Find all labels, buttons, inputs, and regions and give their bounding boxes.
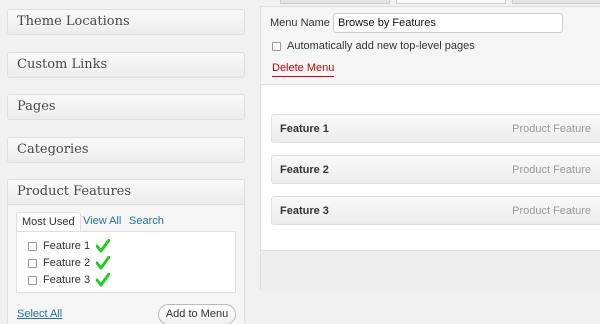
theme-locations-box[interactable]: Theme Locations	[7, 9, 245, 35]
tab-most-used[interactable]: Most Used	[16, 212, 81, 232]
list-item: Feature 1	[28, 238, 111, 254]
pages-title[interactable]: Pages	[8, 95, 244, 119]
delete-menu-link[interactable]: Delete Menu	[272, 62, 335, 77]
menu-item-title: Feature 2	[280, 164, 329, 176]
menu-footer	[261, 250, 600, 291]
list-item: Feature 2	[28, 255, 111, 271]
categories-box[interactable]: Categories	[7, 137, 245, 163]
feature-2-label[interactable]: Feature 2	[43, 257, 90, 269]
feature-2-checkbox[interactable]	[28, 258, 37, 268]
checkmark-icon	[96, 256, 111, 270]
most-used-panel: Feature 1 Feature 2 Feature 3	[16, 231, 236, 293]
feature-3-label[interactable]: Feature 3	[43, 274, 90, 286]
menu-tab[interactable]	[280, 0, 390, 4]
custom-links-box[interactable]: Custom Links	[7, 52, 245, 78]
product-features-title[interactable]: Product Features	[8, 180, 244, 205]
menu-item[interactable]: Feature 2 Product Feature	[271, 155, 600, 184]
tab-search[interactable]: Search	[124, 212, 169, 232]
menu-item[interactable]: Feature 1 Product Feature	[271, 114, 600, 143]
menu-editor: Menu Name Browse by Features Automatical…	[260, 0, 600, 324]
menu-item[interactable]: Feature 3 Product Feature	[271, 196, 600, 225]
menu-item-type: Product Feature	[512, 164, 591, 176]
checkmark-icon	[96, 273, 111, 287]
select-all-link[interactable]: Select All	[17, 308, 62, 320]
feature-1-checkbox[interactable]	[28, 241, 37, 251]
list-item: Feature 3	[28, 272, 111, 288]
menu-item-type: Product Feature	[512, 205, 591, 217]
auto-add-label[interactable]: Automatically add new top-level pages	[287, 40, 475, 52]
feature-1-label[interactable]: Feature 1	[43, 240, 90, 252]
menu-header: Menu Name Browse by Features Automatical…	[261, 7, 600, 85]
auto-add-checkbox[interactable]	[272, 41, 281, 51]
feature-3-checkbox[interactable]	[28, 275, 37, 285]
add-to-menu-button[interactable]: Add to Menu	[158, 304, 236, 324]
menu-tab[interactable]	[512, 0, 600, 4]
menu-tabs	[270, 0, 600, 4]
auto-add-row: Automatically add new top-level pages	[272, 40, 475, 52]
pages-box[interactable]: Pages	[7, 94, 245, 120]
menu-tab-active[interactable]	[396, 0, 506, 4]
menu-name-label: Menu Name	[270, 17, 330, 29]
menu-item-title: Feature 3	[280, 205, 329, 217]
menu-item-type: Product Feature	[512, 123, 591, 135]
tab-view-all[interactable]: View All	[78, 212, 126, 232]
categories-title[interactable]: Categories	[8, 138, 244, 162]
menu-panel: Menu Name Browse by Features Automatical…	[260, 6, 600, 291]
checkmark-icon	[96, 239, 111, 253]
theme-locations-title[interactable]: Theme Locations	[8, 10, 244, 34]
menu-item-title: Feature 1	[280, 123, 329, 135]
product-features-box: Product Features Most Used View All Sear…	[7, 179, 245, 324]
custom-links-title[interactable]: Custom Links	[8, 53, 244, 77]
menu-name-input[interactable]: Browse by Features	[333, 13, 563, 33]
